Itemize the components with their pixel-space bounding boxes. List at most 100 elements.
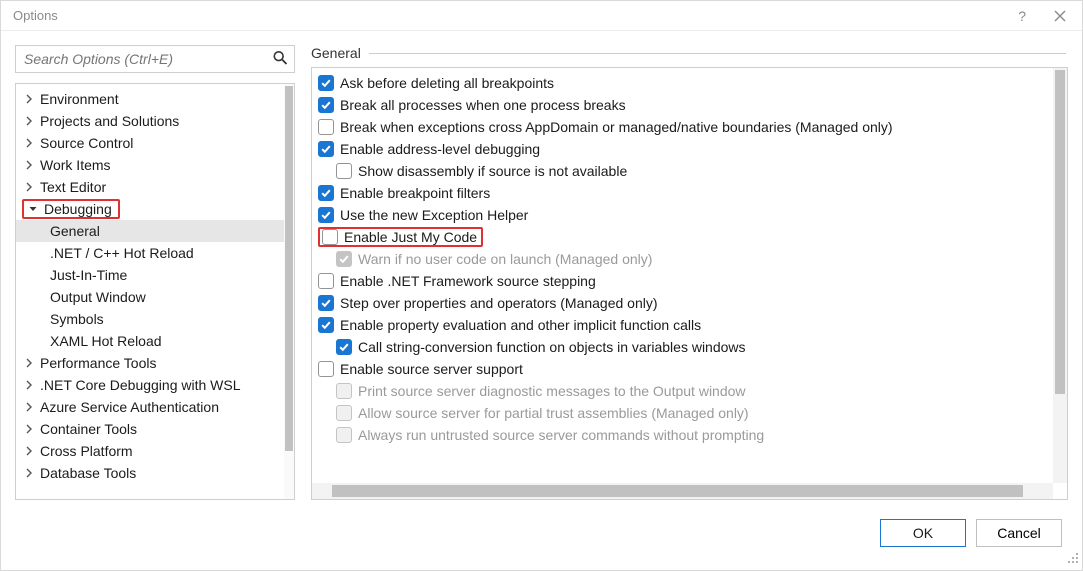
- option-row[interactable]: Enable .NET Framework source stepping: [318, 270, 1047, 292]
- tree-item[interactable]: Source Control: [16, 132, 284, 154]
- cancel-button[interactable]: Cancel: [976, 519, 1062, 547]
- checkbox[interactable]: [318, 361, 334, 377]
- checkbox: [336, 427, 352, 443]
- chevron-right-icon[interactable]: [22, 444, 36, 458]
- settings-vscrollbar[interactable]: [1053, 68, 1067, 483]
- chevron-right-icon[interactable]: [22, 92, 36, 106]
- tree-item[interactable]: Database Tools: [16, 462, 284, 484]
- checkbox[interactable]: [318, 119, 334, 135]
- option-row[interactable]: Show disassembly if source is not availa…: [318, 160, 1047, 182]
- tree-item-label: Azure Service Authentication: [40, 399, 219, 415]
- tree-item[interactable]: .NET / C++ Hot Reload: [16, 242, 284, 264]
- tree-item[interactable]: Output Window: [16, 286, 284, 308]
- settings-vscrollbar-thumb[interactable]: [1055, 70, 1065, 394]
- option-label: Enable .NET Framework source stepping: [340, 273, 596, 289]
- search-input[interactable]: [16, 46, 294, 72]
- tree-item[interactable]: Text Editor: [16, 176, 284, 198]
- option-row[interactable]: Enable breakpoint filters: [318, 182, 1047, 204]
- tree-item-label: Just-In-Time: [50, 267, 127, 283]
- option-label: Allow source server for partial trust as…: [358, 405, 749, 421]
- divider: [369, 53, 1066, 54]
- checkbox[interactable]: [336, 339, 352, 355]
- checkbox[interactable]: [336, 163, 352, 179]
- option-label: Print source server diagnostic messages …: [358, 383, 746, 399]
- chevron-right-icon[interactable]: [22, 114, 36, 128]
- chevron-right-icon[interactable]: [22, 158, 36, 172]
- ok-button[interactable]: OK: [880, 519, 966, 547]
- option-row[interactable]: Step over properties and operators (Mana…: [318, 292, 1047, 314]
- checkbox[interactable]: [318, 207, 334, 223]
- checkbox[interactable]: [318, 295, 334, 311]
- option-label: Step over properties and operators (Mana…: [340, 295, 658, 311]
- option-row: Print source server diagnostic messages …: [318, 380, 1047, 402]
- option-label: Enable property evaluation and other imp…: [340, 317, 701, 333]
- settings-hscrollbar[interactable]: [312, 483, 1053, 499]
- tree-item[interactable]: Work Items: [16, 154, 284, 176]
- tree-item-label: Database Tools: [40, 465, 136, 481]
- chevron-right-icon[interactable]: [22, 422, 36, 436]
- tree-item[interactable]: Environment: [16, 88, 284, 110]
- resize-grip-icon[interactable]: [1067, 551, 1079, 567]
- option-row[interactable]: Break all processes when one process bre…: [318, 94, 1047, 116]
- tree-item[interactable]: .NET Core Debugging with WSL: [16, 374, 284, 396]
- option-row[interactable]: Enable source server support: [318, 358, 1047, 380]
- tree-item[interactable]: Debugging: [16, 198, 284, 220]
- chevron-right-icon[interactable]: [22, 400, 36, 414]
- option-row: Allow source server for partial trust as…: [318, 402, 1047, 424]
- option-label: Enable address-level debugging: [340, 141, 540, 157]
- chevron-down-icon[interactable]: [26, 202, 40, 216]
- option-label: Ask before deleting all breakpoints: [340, 75, 554, 91]
- option-label: Warn if no user code on launch (Managed …: [358, 251, 652, 267]
- tree-item[interactable]: Symbols: [16, 308, 284, 330]
- tree-item-label: Debugging: [44, 201, 112, 217]
- tree-item[interactable]: Cross Platform: [16, 440, 284, 462]
- checkbox[interactable]: [318, 97, 334, 113]
- option-label: Enable Just My Code: [344, 229, 477, 245]
- chevron-right-icon[interactable]: [22, 466, 36, 480]
- chevron-right-icon[interactable]: [22, 180, 36, 194]
- tree-item-label: Projects and Solutions: [40, 113, 179, 129]
- tree-scroll[interactable]: Environment Projects and Solutions Source …: [16, 84, 284, 499]
- tree-item[interactable]: XAML Hot Reload: [16, 330, 284, 352]
- tree-item-label: Cross Platform: [40, 443, 133, 459]
- tree-item[interactable]: Container Tools: [16, 418, 284, 440]
- help-icon[interactable]: ?: [1018, 8, 1026, 24]
- tree-item-label: .NET / C++ Hot Reload: [50, 245, 194, 261]
- chevron-right-icon[interactable]: [22, 356, 36, 370]
- right-column: General Ask before deleting all breakpoi…: [311, 45, 1068, 500]
- tree-item-label: XAML Hot Reload: [50, 333, 162, 349]
- search-icon[interactable]: [272, 50, 288, 69]
- footer: OK Cancel: [1, 500, 1082, 570]
- close-icon[interactable]: [1054, 10, 1066, 22]
- chevron-right-icon[interactable]: [22, 378, 36, 392]
- checkbox[interactable]: [318, 75, 334, 91]
- tree-item[interactable]: Just-In-Time: [16, 264, 284, 286]
- tree-item[interactable]: Projects and Solutions: [16, 110, 284, 132]
- highlight-box: Debugging: [22, 199, 120, 219]
- option-row[interactable]: Enable address-level debugging: [318, 138, 1047, 160]
- option-row: Always run untrusted source server comma…: [318, 424, 1047, 446]
- tree-scrollbar-thumb[interactable]: [285, 86, 293, 451]
- tree-item[interactable]: Performance Tools: [16, 352, 284, 374]
- option-row[interactable]: Ask before deleting all breakpoints: [318, 72, 1047, 94]
- tree-item[interactable]: General: [16, 220, 284, 242]
- checkbox[interactable]: [318, 273, 334, 289]
- tree-scrollbar[interactable]: [284, 84, 294, 499]
- checkbox[interactable]: [322, 229, 338, 245]
- tree-item-label: Output Window: [50, 289, 146, 305]
- settings-hscrollbar-thumb[interactable]: [332, 485, 1023, 497]
- settings-scroll[interactable]: Ask before deleting all breakpoints Break…: [312, 68, 1053, 483]
- checkbox[interactable]: [318, 185, 334, 201]
- option-row[interactable]: Enable Just My Code: [318, 226, 1047, 248]
- option-row[interactable]: Call string-conversion function on objec…: [318, 336, 1047, 358]
- checkbox[interactable]: [318, 141, 334, 157]
- option-row[interactable]: Use the new Exception Helper: [318, 204, 1047, 226]
- tree-item[interactable]: Azure Service Authentication: [16, 396, 284, 418]
- option-label: Break all processes when one process bre…: [340, 97, 626, 113]
- checkbox[interactable]: [318, 317, 334, 333]
- option-row[interactable]: Enable property evaluation and other imp…: [318, 314, 1047, 336]
- option-row[interactable]: Break when exceptions cross AppDomain or…: [318, 116, 1047, 138]
- chevron-right-icon[interactable]: [22, 136, 36, 150]
- settings-box: Ask before deleting all breakpoints Break…: [311, 67, 1068, 500]
- tree-item-label: Performance Tools: [40, 355, 156, 371]
